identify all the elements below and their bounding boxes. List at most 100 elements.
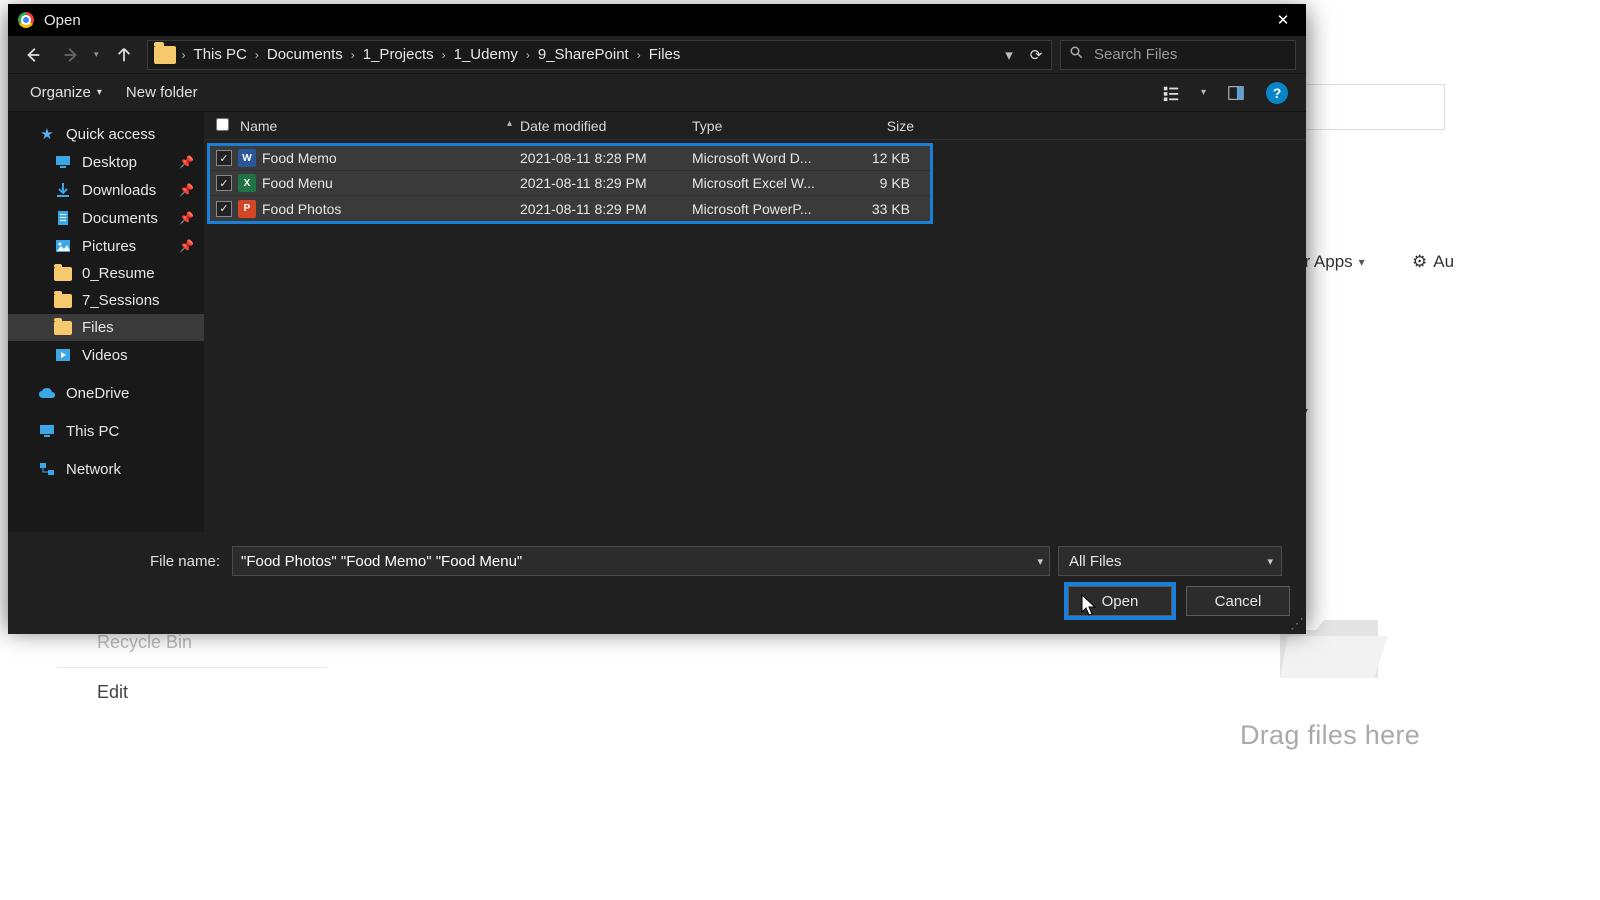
word-icon: W	[238, 149, 256, 167]
folder-icon	[54, 321, 72, 335]
file-name: Food Memo	[262, 150, 520, 166]
chevron-down-icon: ▾	[97, 87, 102, 98]
nav-label: OneDrive	[66, 385, 129, 402]
pin-icon: 📌	[179, 155, 194, 169]
excel-icon: X	[238, 174, 256, 192]
documents-icon	[54, 209, 72, 227]
row-checkbox[interactable]: ✓	[216, 201, 232, 217]
nav-label: Videos	[82, 347, 128, 364]
title-bar: Open ✕	[8, 4, 1306, 36]
sort-asc-icon: ▴	[507, 118, 512, 129]
nav-videos[interactable]: Videos	[8, 341, 204, 369]
open-button[interactable]: Open	[1068, 586, 1172, 616]
preview-pane-button[interactable]	[1222, 79, 1250, 107]
breadcrumb-sharepoint[interactable]: 9_SharePoint	[530, 46, 637, 63]
pin-icon: 📌	[179, 211, 194, 225]
breadcrumb-dropdown[interactable]: ▾	[997, 46, 1021, 64]
file-row[interactable]: ✓ P Food Photos 2021-08-11 8:29 PM Micro…	[210, 196, 930, 221]
nav-label: Files	[82, 319, 114, 336]
side-nav: ★ Quick access Desktop 📌 Downloads 📌	[8, 112, 204, 532]
breadcrumb[interactable]: › This PC › Documents › 1_Projects › 1_U…	[147, 40, 1052, 70]
folder-icon	[54, 294, 72, 308]
nav-onedrive[interactable]: OneDrive	[8, 379, 204, 407]
nav-resume[interactable]: 0_Resume	[8, 260, 204, 287]
folder-icon	[154, 46, 176, 64]
breadcrumb-documents[interactable]: Documents	[259, 46, 351, 63]
file-row[interactable]: ✓ W Food Memo 2021-08-11 8:28 PM Microso…	[210, 146, 930, 171]
column-date[interactable]: Date modified	[520, 118, 692, 134]
file-date: 2021-08-11 8:29 PM	[520, 201, 692, 217]
new-folder-label: New folder	[126, 84, 198, 101]
row-checkbox[interactable]: ✓	[216, 175, 232, 191]
download-icon	[54, 181, 72, 199]
close-button[interactable]: ✕	[1260, 4, 1306, 36]
row-checkbox[interactable]: ✓	[216, 150, 232, 166]
nav-toolbar: ▾ › This PC › Documents › 1_Projects › 1…	[8, 36, 1306, 74]
filename-row: File name: "Food Photos" "Food Memo" "Fo…	[22, 546, 1292, 576]
help-button[interactable]: ?	[1266, 82, 1288, 104]
forward-button[interactable]	[56, 40, 86, 70]
dialog-title: Open	[44, 12, 81, 29]
file-size: 9 KB	[834, 175, 918, 191]
desktop-icon	[54, 153, 72, 171]
breadcrumb-files[interactable]: Files	[641, 46, 689, 63]
cancel-button[interactable]: Cancel	[1186, 586, 1290, 616]
file-name: Food Photos	[262, 201, 520, 217]
column-name[interactable]: Name ▴	[240, 118, 520, 134]
nav-label: Pictures	[82, 238, 136, 255]
breadcrumb-projects[interactable]: 1_Projects	[355, 46, 442, 63]
refresh-button[interactable]: ⟳	[1021, 46, 1051, 64]
filename-input[interactable]: "Food Photos" "Food Memo" "Food Menu" ▾	[232, 546, 1050, 576]
bg-automate-menu[interactable]: ⚙ Au	[1412, 252, 1454, 272]
recent-locations-dropdown[interactable]: ▾	[94, 49, 101, 60]
file-type-value: All Files	[1069, 553, 1122, 570]
bg-edit-item[interactable]: Edit	[57, 668, 327, 717]
bg-search-bar	[1295, 84, 1445, 130]
nav-pictures[interactable]: Pictures 📌	[8, 232, 204, 260]
search-input[interactable]	[1094, 46, 1287, 63]
nav-desktop[interactable]: Desktop 📌	[8, 148, 204, 176]
breadcrumb-this-pc[interactable]: This PC	[186, 46, 255, 63]
file-size: 12 KB	[834, 150, 918, 166]
dialog-body: ★ Quick access Desktop 📌 Downloads 📌	[8, 112, 1306, 532]
file-name: Food Menu	[262, 175, 520, 191]
pin-icon: 📌	[179, 239, 194, 253]
nav-files[interactable]: Files	[8, 314, 204, 341]
file-area: Name ▴ Date modified Type Size ✓ W Food …	[204, 112, 1306, 532]
close-icon: ✕	[1277, 11, 1290, 29]
nav-sessions[interactable]: 7_Sessions	[8, 287, 204, 314]
file-type-filter[interactable]: All Files ▾	[1058, 546, 1282, 576]
column-name-label: Name	[240, 118, 277, 134]
breadcrumb-udemy[interactable]: 1_Udemy	[446, 46, 526, 63]
nav-network[interactable]: Network	[8, 455, 204, 483]
nav-downloads[interactable]: Downloads 📌	[8, 176, 204, 204]
up-button[interactable]	[109, 40, 139, 70]
bg-dropzone-label: Drag files here	[1160, 720, 1500, 751]
back-button[interactable]	[18, 40, 48, 70]
select-all-checkbox[interactable]	[216, 118, 229, 131]
column-type[interactable]: Type	[692, 118, 834, 134]
open-label: Open	[1102, 593, 1139, 610]
view-dropdown[interactable]: ▾	[1201, 87, 1206, 98]
nav-label: Downloads	[82, 182, 156, 199]
chevron-down-icon[interactable]: ▾	[1037, 555, 1043, 568]
nav-this-pc[interactable]: This PC	[8, 417, 204, 445]
resize-grip-icon[interactable]: ⋰	[1290, 615, 1302, 632]
chevron-down-icon: ▾	[1359, 255, 1365, 269]
nav-label: Network	[66, 461, 121, 478]
view-list-button[interactable]	[1157, 79, 1185, 107]
powerpoint-icon: P	[238, 200, 256, 218]
nav-label: This PC	[66, 423, 119, 440]
column-size[interactable]: Size	[834, 118, 922, 134]
chrome-icon	[18, 12, 34, 28]
organize-button[interactable]: Organize ▾	[26, 80, 106, 105]
nav-label: Desktop	[82, 154, 137, 171]
filename-label: File name:	[22, 553, 224, 570]
nav-documents[interactable]: Documents 📌	[8, 204, 204, 232]
monitor-icon	[38, 422, 56, 440]
file-row[interactable]: ✓ X Food Menu 2021-08-11 8:29 PM Microso…	[210, 171, 930, 196]
new-folder-button[interactable]: New folder	[122, 80, 202, 105]
search-box[interactable]	[1060, 40, 1296, 70]
file-date: 2021-08-11 8:28 PM	[520, 150, 692, 166]
nav-quick-access[interactable]: ★ Quick access	[8, 120, 204, 148]
